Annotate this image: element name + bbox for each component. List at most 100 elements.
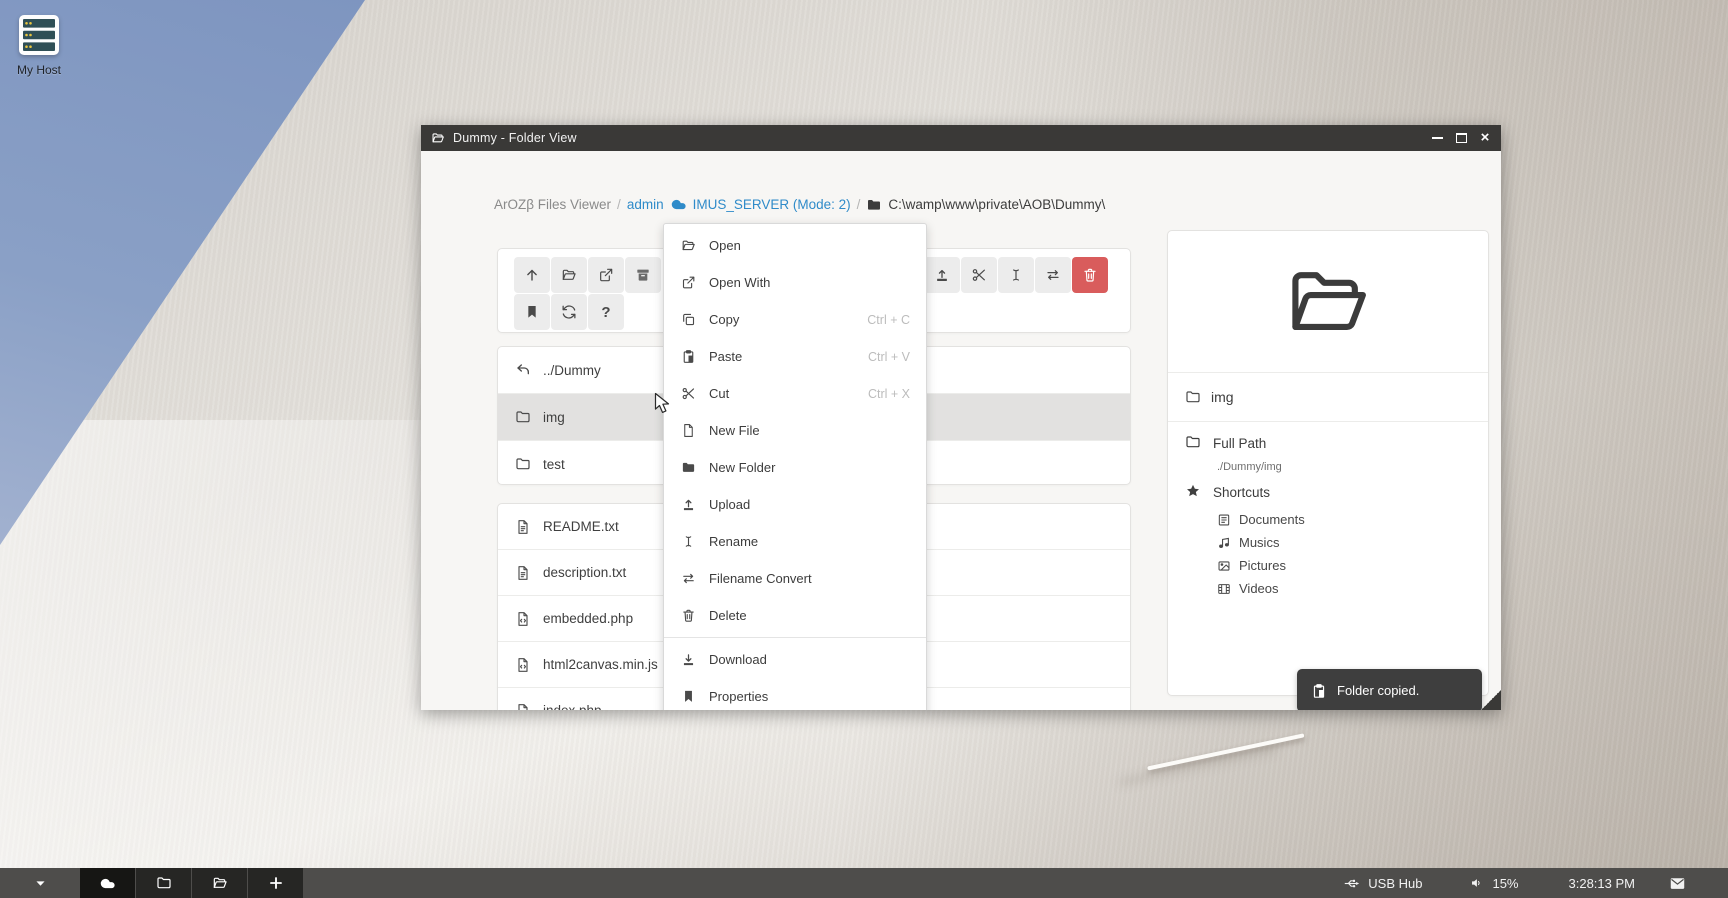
menu-item-label: Upload	[709, 497, 750, 512]
mail-tray-item[interactable]	[1669, 875, 1686, 892]
usb-tray-item[interactable]: USB Hub	[1343, 875, 1422, 892]
properties-button[interactable]	[514, 294, 550, 330]
document-icon	[1217, 513, 1231, 527]
taskbar: USB Hub 15% 3:28:13 PM	[0, 868, 1728, 898]
resize-handle[interactable]	[1481, 690, 1501, 710]
breadcrumb-server-link[interactable]: IMUS_SERVER (Mode: 2)	[693, 197, 851, 212]
music-icon	[1217, 536, 1231, 550]
system-tray: USB Hub 15% 3:28:13 PM	[1343, 875, 1728, 892]
go-up-button[interactable]	[514, 257, 550, 293]
speaker-icon	[1470, 876, 1484, 890]
breadcrumb-separator: /	[857, 197, 861, 212]
breadcrumb-path: C:\wamp\www\private\AOB\Dummy\	[888, 197, 1105, 212]
menu-item-open-with[interactable]: Open With	[664, 264, 926, 301]
minimize-button[interactable]	[1431, 132, 1443, 144]
question-icon: ?	[601, 304, 610, 321]
menu-item-upload[interactable]: Upload	[664, 486, 926, 523]
open-button[interactable]	[551, 257, 587, 293]
taskbar-button-add-app[interactable]	[248, 868, 303, 898]
upload-icon	[934, 267, 950, 283]
volume-label: 15%	[1492, 876, 1518, 891]
folder-open-icon	[680, 238, 696, 253]
shortcut-pictures[interactable]: Pictures	[1217, 554, 1488, 577]
shortcut-videos[interactable]: Videos	[1217, 577, 1488, 600]
menu-item-copy[interactable]: Copy Ctrl + C	[664, 301, 926, 338]
close-button[interactable]: ×	[1479, 132, 1491, 144]
menu-item-paste[interactable]: PasteCtrl + V	[664, 338, 926, 375]
menu-item-label: Download	[709, 652, 767, 667]
folder-icon	[1185, 389, 1201, 405]
menu-item-label: Cut	[709, 386, 729, 401]
shortcut-list: Documents Musics Pictures Videos	[1217, 508, 1488, 600]
paste-icon	[680, 349, 696, 364]
chevron-down-icon[interactable]	[0, 876, 80, 891]
cloud-icon	[99, 875, 116, 892]
clock-label: 3:28:13 PM	[1569, 876, 1636, 891]
cloud-icon	[670, 196, 687, 213]
volume-tray-item[interactable]: 15%	[1470, 876, 1518, 891]
refresh-button[interactable]	[551, 294, 587, 330]
open-with-button[interactable]	[588, 257, 624, 293]
menu-item-label: Rename	[709, 534, 758, 549]
breadcrumb: ArOZβ Files Viewer / admin IMUS_SERVER (…	[494, 196, 1105, 213]
file-code-icon	[515, 611, 531, 627]
menu-item-download[interactable]: Download	[664, 641, 926, 678]
ibeam-icon	[680, 534, 696, 549]
shortcut-label: Documents	[1239, 512, 1305, 527]
taskbar-button-folder-app[interactable]	[136, 868, 191, 898]
shortcut-documents[interactable]: Documents	[1217, 508, 1488, 531]
trash-icon	[1082, 267, 1098, 283]
file-code-icon	[515, 657, 531, 673]
window-content: ArOZβ Files Viewer / admin IMUS_SERVER (…	[421, 151, 1501, 710]
filename-convert-button[interactable]	[1035, 257, 1071, 293]
menu-item-new-folder[interactable]: New Folder	[664, 449, 926, 486]
window-titlebar[interactable]: Dummy - Folder View ×	[421, 125, 1501, 151]
server-icon	[17, 14, 61, 61]
plus-icon	[268, 875, 284, 891]
external-link-icon	[680, 275, 696, 290]
menu-item-new-file[interactable]: New File	[664, 412, 926, 449]
film-icon	[1217, 582, 1231, 596]
archive-button[interactable]	[625, 257, 661, 293]
paste-icon	[1311, 683, 1327, 699]
toast-notification: Folder copied.	[1297, 669, 1482, 710]
folder-icon	[156, 875, 172, 891]
file-row-label: index.php	[543, 703, 602, 710]
selected-item-label: img	[1211, 389, 1234, 405]
upload-button[interactable]	[924, 257, 960, 293]
menu-item-shortcut: Ctrl + C	[867, 313, 910, 327]
download-icon	[680, 652, 696, 667]
external-link-icon	[598, 267, 614, 283]
cut-button[interactable]	[961, 257, 997, 293]
menu-item-cut[interactable]: CutCtrl + X	[664, 375, 926, 412]
refresh-icon	[561, 304, 577, 320]
menu-item-rename[interactable]: Rename	[664, 523, 926, 560]
shortcut-musics[interactable]: Musics	[1217, 531, 1488, 554]
help-button[interactable]: ?	[588, 294, 624, 330]
menu-item-open[interactable]: Open	[664, 227, 926, 264]
menu-item-filename-convert[interactable]: Filename Convert	[664, 560, 926, 597]
desktop-icon-my-host[interactable]: My Host	[10, 14, 68, 77]
usb-label: USB Hub	[1368, 876, 1422, 891]
folder-icon	[515, 456, 531, 472]
arrow-up-icon	[524, 267, 540, 283]
taskbar-button-folder-open-app[interactable]	[192, 868, 247, 898]
rename-button[interactable]	[998, 257, 1034, 293]
menu-item-properties[interactable]: Properties	[664, 678, 926, 710]
delete-button[interactable]	[1072, 257, 1108, 293]
menu-item-label: Copy	[709, 312, 739, 327]
folder-open-icon	[1276, 256, 1380, 348]
menu-item-label: Open With	[709, 275, 770, 290]
menu-item-delete[interactable]: Delete	[664, 597, 926, 634]
full-path-value: ./Dummy/img	[1217, 461, 1488, 473]
bookmark-icon	[680, 689, 696, 704]
taskbar-button-cloud-app[interactable]	[80, 868, 135, 898]
maximize-button[interactable]	[1455, 132, 1467, 144]
menu-item-label: New Folder	[709, 460, 775, 475]
folder-filled-icon	[680, 460, 696, 475]
bookmark-icon	[524, 304, 540, 320]
envelope-icon	[1669, 875, 1686, 892]
menu-item-label: Paste	[709, 349, 742, 364]
breadcrumb-user-link[interactable]: admin	[627, 197, 664, 212]
file-row-label: html2canvas.min.js	[543, 657, 658, 672]
